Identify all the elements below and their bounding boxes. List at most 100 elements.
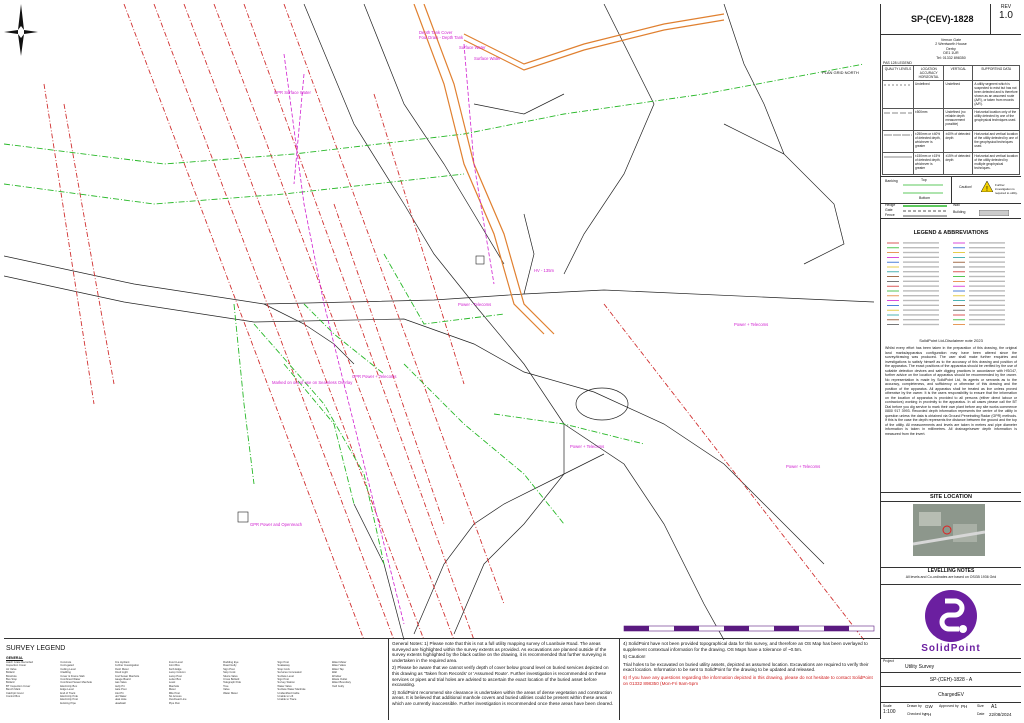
abbreviation-column: Hatch Grate Recorded Inspection Cover Air … [6,661,56,717]
banking-bottom: Bottom [919,196,931,200]
map-label: HV - 135m [534,268,555,273]
legend-text-placeholder [903,256,939,258]
table-cell: Undefined (no reliable depth measurement… [943,108,974,132]
map-label: Foul Drain - Depth Tank [419,35,464,40]
fence-label: Fence [885,213,895,217]
abbreviation-item: Yard Gully [331,684,345,688]
abbreviation-column: Sign Post Soakaway Stop Cock Services Conce… [277,661,327,717]
legend-text-placeholder [903,299,939,302]
project-label: Project [883,659,894,663]
abbreviation-column: Fire Hydrant Further Investigation Flush M… [115,661,165,717]
building-label: Building [953,210,966,214]
table-cell: ±250mm or ±40% of detected depth, whiche… [912,130,945,154]
additional-notes: 4) SolidPoint have not been provided top… [620,639,880,720]
approved-by-value: PH [961,704,968,709]
caution-label: Caution! [959,185,973,189]
legend-text-placeholder [903,319,939,321]
survey-legend-title: SURVEY LEGEND [6,645,66,652]
legend-text-placeholder [969,251,1005,254]
north-arrow-icon [4,4,38,56]
map-label: Marked on out of use on Seamless Overlay [272,380,353,385]
wall-label: Wall [953,203,960,207]
table-row: Undefined Undefined A utility segment wh… [882,80,1020,110]
checked-by-label: Checked by [907,712,926,716]
north-label: PLAN GRID NORTH [822,70,859,75]
note-5-text: Trial holes to be excavated on buried ut… [623,661,869,673]
legend-text-placeholder [969,271,1005,273]
banking-symbol [903,184,943,194]
note-6: 6) If you have any questions regarding t… [623,674,873,686]
checked-by-value: PH [925,712,932,717]
disclaimer-text: Whilst every effort has been taken in th… [885,346,1017,436]
table-cell [882,80,914,110]
note-4: 4) SolidPoint have not been provided top… [623,641,868,652]
legend-text-placeholder [903,266,939,268]
table-cell: Horizontal and vertical location of the … [972,130,1020,154]
title-block-header: SP-(CEV)-1828 REV 1.0 [881,4,1021,35]
abbreviation-item: Unable to Trace [277,698,297,702]
legend-text-placeholder [969,319,1005,321]
legend-text-placeholder [969,242,1005,244]
date-label: Date [977,712,985,716]
table-cell: Horizontal and vertical location of the … [972,152,1020,176]
legend-text-placeholder [903,251,939,254]
scale-label: Scale [883,704,892,708]
size-value: A1 [991,704,998,710]
banking-legend: Banking Top Bottom ! Caution! Further in… [881,176,1021,204]
gate-label: Gate [885,208,893,212]
caution-text: Further investigation is required to uti… [995,183,1018,195]
table-cell [882,130,914,154]
date-value: 22/08/2024 [989,712,1012,717]
project-name: Utility Survey [905,664,935,670]
legend-text-placeholder [903,261,939,263]
notes-band: SURVEY LEGEND GENERAL Hatch Grate Record… [4,638,880,720]
abbreviation-column: Concrete Corrugated Ceiling Level Cladding C… [60,661,110,717]
legend-text-placeholder [903,304,939,306]
legend-text-placeholder [903,323,939,326]
hedge-label: Hedge [885,203,896,207]
legend-text-placeholder [969,295,1005,297]
legend-text-placeholder [969,323,1005,326]
site-location-title: SITE LOCATION [881,492,1021,502]
abbreviation-columns: Hatch Grate Recorded Inspection Cover Air … [6,661,382,717]
table-cell: Horizontal location only of the utility … [972,108,1020,132]
map-label: GPR Power + Telecoms [352,374,397,379]
table-cell: ±500mm [912,108,945,132]
legend-text-placeholder [903,247,939,249]
svg-text:!: ! [986,186,988,192]
legend-text-placeholder [969,266,1005,268]
building-symbol [979,210,1009,216]
legend-text-placeholder [903,275,939,278]
legend-text-placeholder [969,256,1005,258]
client-name: ChargedEV [881,686,1021,703]
solidpoint-logo-icon [925,590,977,642]
address-line: Tel: 01332 898350 [936,55,966,60]
legend-text-placeholder [903,309,939,311]
legend-text-placeholder [969,247,1005,249]
scale-value: 1:100 [883,709,896,715]
note-3: 3) SolidPoint recommend site clearance i… [392,689,614,706]
table-cell [882,152,914,176]
table-cell: Undefined [912,80,945,110]
revision-value: 1.0 [999,10,1013,21]
boundary-symbols [903,205,947,217]
note-5: 5) Caution! [623,654,646,660]
table-cell [882,108,914,132]
legend-text-placeholder [969,280,1005,282]
legend-text-placeholder [903,295,939,297]
legend-text-placeholder [969,261,1005,263]
map-label: Surface Water [474,56,501,61]
drawing-sheet: Depth Tank Cover Foul Drain - Depth Tank… [0,0,1024,723]
table-row: ±150mm or ±15% of detected depth, whiche… [882,152,1020,176]
general-heading: GENERAL [6,656,24,660]
utility-map: Depth Tank Cover Foul Drain - Depth Tank… [4,4,880,640]
note-2: 2) Please be aware that we cannot verify… [392,665,609,688]
map-label: GPR Surface Water [274,90,311,95]
line-sample [884,156,912,158]
manhole-cover [237,511,249,523]
banking-top: Top [921,178,927,182]
legend-text-placeholder [903,314,939,316]
drawn-by-value: GW [925,704,933,709]
table-cell: ±150mm or ±15% of detected depth, whiche… [912,152,945,176]
drawing-meta: Scale 1:100 Drawn by GW Checked by PH Ap… [881,702,1021,720]
